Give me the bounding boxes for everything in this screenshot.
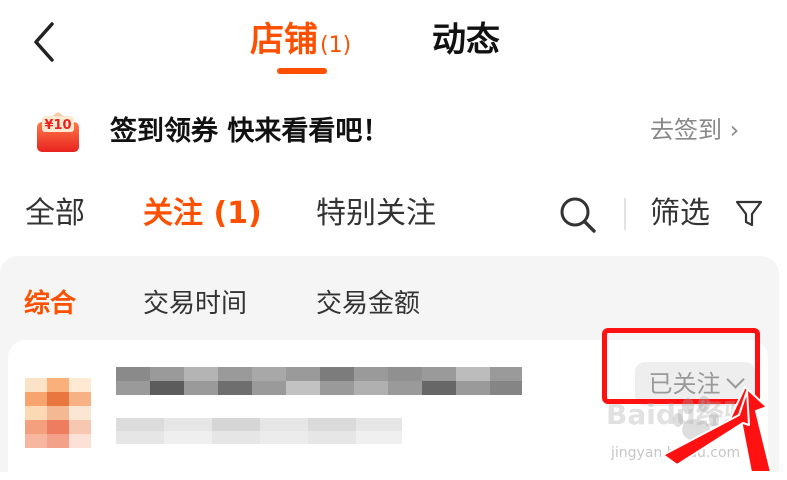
search-icon[interactable]	[558, 195, 598, 235]
coupon-value: ¥10	[44, 118, 71, 133]
sort-tab-trade-time[interactable]: 交易时间	[143, 284, 247, 324]
tab-feed[interactable]: 动态	[432, 18, 500, 62]
sort-tab-trade-amount[interactable]: 交易金额	[316, 284, 420, 324]
sort-tab-overall[interactable]: 综合	[24, 284, 76, 324]
shop-info-blurred	[116, 418, 402, 444]
tab-store-count: (1)	[320, 33, 352, 58]
promo-text: 签到领券 快来看看吧！	[110, 116, 390, 147]
active-tab-indicator	[277, 68, 327, 74]
tab-store-label: 店铺	[250, 20, 318, 60]
funnel-icon[interactable]	[734, 198, 764, 228]
filter-button[interactable]: 筛选	[650, 192, 710, 236]
shop-logo-blurred[interactable]	[25, 378, 91, 448]
red-arrow-annotation	[662, 385, 773, 472]
filter-tab-following[interactable]: 关注 (1)	[143, 192, 262, 236]
red-envelope-coupon-icon: ¥10	[37, 112, 79, 152]
divider	[624, 198, 626, 230]
back-arrow-icon[interactable]	[28, 20, 62, 64]
shop-name-blurred[interactable]	[116, 367, 522, 395]
tab-store[interactable]: 店铺(1)	[250, 18, 351, 62]
filter-tab-all[interactable]: 全部	[25, 192, 85, 236]
filter-tab-special-follow[interactable]: 特别关注	[316, 192, 436, 236]
checkin-link[interactable]: 去签到 ›	[650, 112, 739, 148]
